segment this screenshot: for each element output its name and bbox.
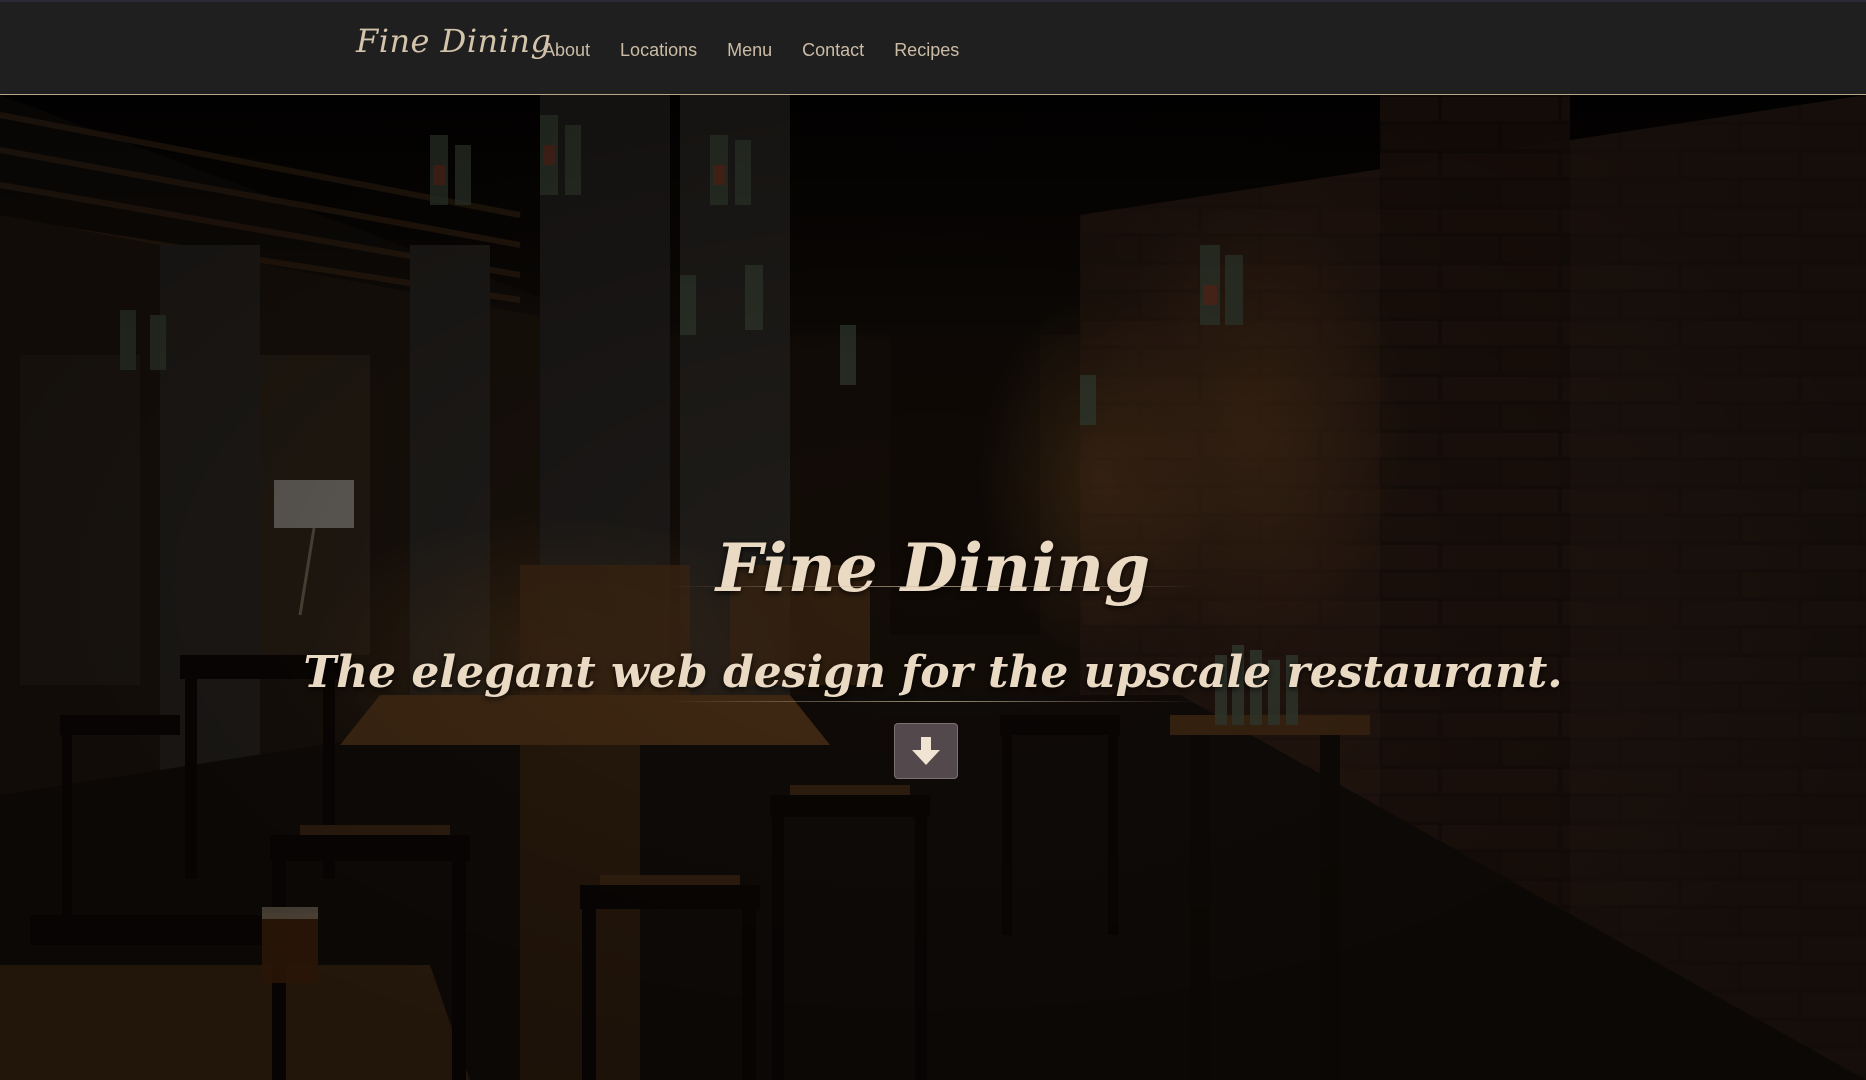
scroll-down-button[interactable] — [894, 723, 958, 779]
nav-link-about[interactable]: About — [543, 40, 590, 61]
hero-title: Fine Dining — [715, 529, 1151, 608]
arrow-down-icon — [912, 737, 940, 765]
nav-link-menu[interactable]: Menu — [727, 40, 772, 61]
nav-link-locations[interactable]: Locations — [620, 40, 697, 61]
hero-divider-top — [667, 586, 1199, 587]
nav-links: About Locations Menu Contact Recipes — [543, 40, 989, 61]
nav-link-contact[interactable]: Contact — [802, 40, 864, 61]
navbar: Fine Dining About Locations Menu Contact… — [0, 0, 1866, 95]
hero-divider-bottom — [667, 701, 1199, 702]
nav-link-recipes[interactable]: Recipes — [894, 40, 959, 61]
hero-section: Fine Dining The elegant web design for t… — [0, 95, 1866, 1080]
hero-subtitle: The elegant web design for the upscale r… — [303, 646, 1563, 698]
brand-logo[interactable]: Fine Dining — [356, 22, 551, 60]
